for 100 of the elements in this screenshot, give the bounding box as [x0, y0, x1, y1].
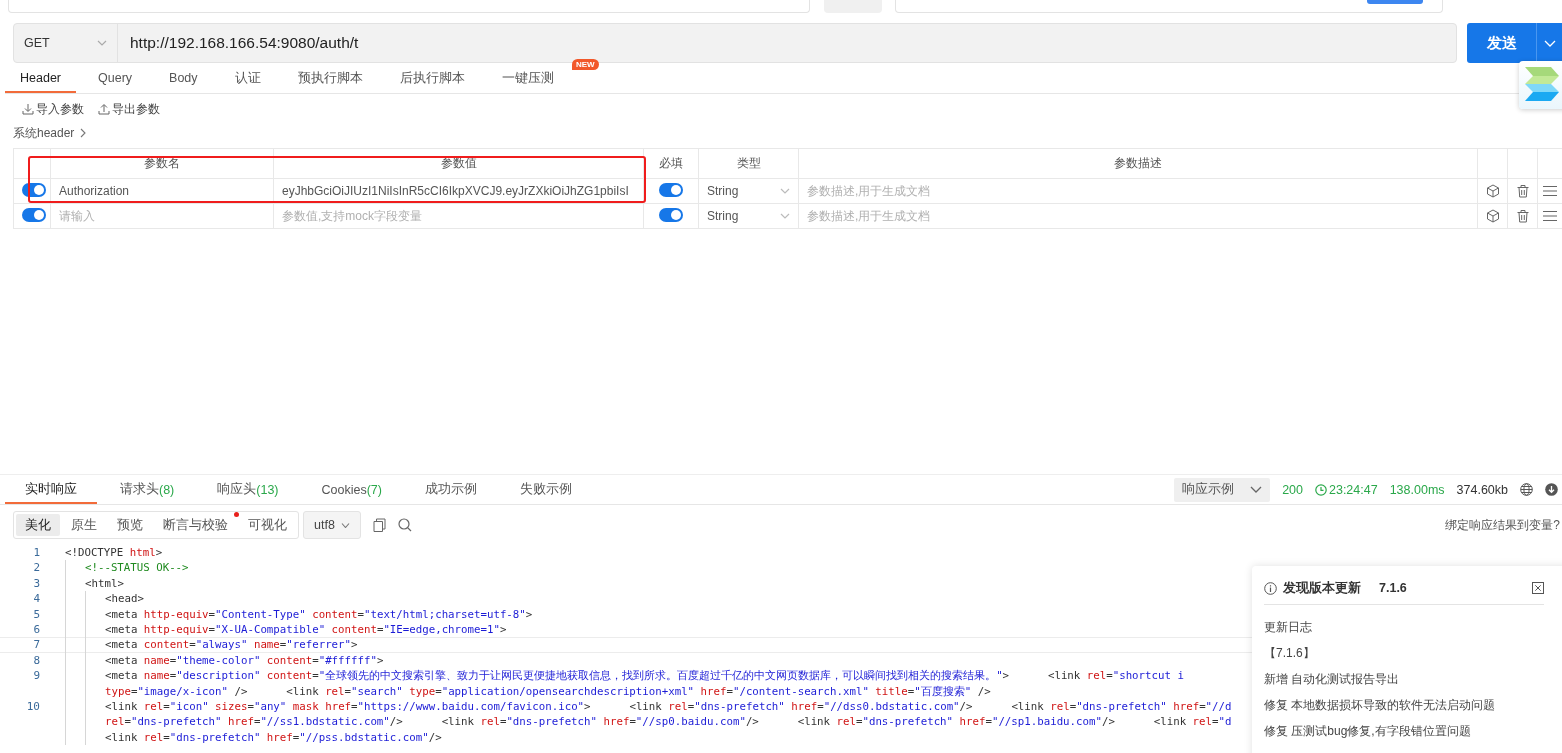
tab[interactable]: 认证: [219, 63, 276, 93]
example-select[interactable]: 响应示例: [1174, 477, 1271, 502]
url-value: http://192.168.166.54:9080/auth/t: [129, 34, 359, 52]
drag-handle-icon[interactable]: [1543, 209, 1557, 223]
tab[interactable]: 响应头(13): [197, 475, 299, 504]
expander[interactable]: 系统header: [13, 124, 1562, 142]
code-line: <html>: [85, 575, 124, 592]
new-badge: NEW: [571, 59, 599, 70]
column-header: 必填: [643, 148, 699, 179]
tab[interactable]: 预执行脚本: [282, 63, 378, 93]
link-label: 导入参数: [36, 100, 84, 118]
status-code: 200: [1282, 482, 1303, 497]
export-icon: [98, 103, 110, 115]
link[interactable]: 导出参数: [98, 100, 160, 118]
link[interactable]: 绑定响应结果到变量?: [1445, 516, 1562, 534]
line-number: 6: [32, 621, 40, 638]
view-tab[interactable]: 原生: [62, 514, 106, 536]
column-header: 参数值: [273, 148, 644, 179]
code-line: <!DOCTYPE html>: [65, 545, 163, 561]
changelog-line: 修复 本地数据损坏导致的软件无法启动问题: [1264, 697, 1497, 713]
caret-icon[interactable]: [1543, 39, 1556, 47]
trash-icon[interactable]: [1515, 184, 1530, 198]
view-tab[interactable]: 预览: [108, 514, 152, 536]
tab[interactable]: 请求头(8): [100, 475, 195, 504]
drag-handle-icon[interactable]: [1543, 184, 1557, 198]
column-header: 类型: [698, 148, 799, 179]
version-number: 7.1.6: [1379, 581, 1407, 595]
select-value: String: [707, 184, 739, 198]
encoding-select[interactable]: utf8: [303, 511, 361, 539]
tab[interactable]: Cookies(7): [301, 475, 402, 504]
line-number: 3: [32, 575, 40, 592]
code-line: type="image/x-icon" /> <link rel="search" type="application/opensearchdescription+xml" href="/content-search.xml" title="百度搜索" />: [105, 683, 991, 699]
url-field[interactable]: GET http://192.168.166.54:9080/auth/t: [13, 23, 1457, 63]
duration: 138.00ms: [1389, 482, 1445, 497]
line-number: 5: [32, 606, 40, 622]
select-value: utf8: [314, 518, 335, 532]
changelog-line: 【7.1.6】: [1264, 645, 1316, 661]
popup-title: 发现版本更新: [1283, 579, 1361, 597]
line-number: 4: [32, 591, 40, 607]
line-number: 8: [32, 652, 40, 669]
tab[interactable]: 成功示例: [404, 475, 497, 504]
copy-icon[interactable]: [372, 518, 386, 532]
tab[interactable]: Body: [154, 63, 213, 93]
line-number: 7: [32, 637, 40, 653]
changelog-line: 更新日志: [1264, 619, 1313, 635]
column-header: 参数描述: [798, 148, 1478, 179]
time-value: 23:24:47: [1329, 482, 1378, 497]
code-line: <!--STATUS OK-->: [85, 560, 189, 576]
toggle-switch[interactable]: [659, 182, 683, 197]
code-line: rel="dns-prefetch" href="//ss1.bdstatic.com"/> <link rel="dns-prefetch" href="//sp0.baidu.com"/> <link rel="dns-prefetch" href="//sp1.baidu.com"/> <link rel="d: [105, 714, 1232, 730]
toggle-switch[interactable]: [22, 182, 46, 197]
code-line: <meta http-equiv="Content-Type" content="text/html;charset=utf-8">: [105, 606, 533, 622]
caret-icon: [780, 213, 790, 219]
cube-icon[interactable]: [1485, 184, 1500, 198]
code-line: <meta name="theme-color" content="#ffffff">: [105, 652, 384, 669]
import-icon: [22, 103, 34, 115]
tab[interactable]: 后执行脚本: [384, 63, 480, 93]
close-icon[interactable]: [1532, 582, 1544, 594]
tab[interactable]: 失败示例: [499, 475, 592, 504]
code-line: <meta name="description" content="全球领先的中文搜索引擎、致力于让网民更便捷地获取信息，找到所求。百度超过千亿的中文网页数据库，可以瞬间找到相关的搜索结果。"> <link rel="shortcut i: [105, 668, 1184, 684]
response-size: 374.60kb: [1456, 482, 1508, 497]
chevron-icon: [80, 128, 87, 138]
code-line: <link rel="icon" sizes="any" mask href="https://www.baidu.com/favicon.ico"> <link rel="dns-prefetch" href="//dss0.bdstatic.com"/> <link rel="dns-prefetch" href="//d: [105, 698, 1232, 715]
column-header: 参数名: [50, 148, 274, 179]
method-select[interactable]: GET: [14, 24, 118, 62]
table-cell: eyJhbGciOiJIUzI1NiIsInR5cCI6IkpXVCJ9.eyJrZXkiOiJhZG1pbiIsI: [282, 184, 629, 198]
input-field[interactable]: [8, 0, 810, 13]
method-value: GET: [24, 36, 50, 50]
clock-icon: [1315, 483, 1327, 496]
view-tab[interactable]: 可视化: [239, 514, 296, 536]
line-number: 10: [25, 698, 40, 715]
select-value: String: [707, 209, 739, 223]
link[interactable]: 导入参数: [22, 100, 84, 118]
link-label: 导出参数: [112, 100, 160, 118]
chevron-logo-icon[interactable]: [1525, 67, 1562, 101]
tab[interactable]: 实时响应: [5, 475, 97, 504]
select-value: 响应示例: [1182, 481, 1235, 498]
view-tab[interactable]: 断言与校验: [154, 514, 237, 536]
line-number: 2: [32, 560, 40, 576]
line-number: 1: [32, 545, 40, 561]
code-line: <meta content="always" name="referrer">: [105, 637, 358, 653]
view-tab[interactable]: 美化: [16, 514, 60, 536]
trash-icon[interactable]: [1515, 209, 1530, 223]
caret-icon: [97, 40, 107, 46]
cube-icon[interactable]: [1485, 209, 1500, 223]
search-icon[interactable]: [397, 518, 412, 532]
section-label: 系统header: [13, 124, 75, 142]
input-field[interactable]: [895, 0, 1443, 13]
changelog-line: 修复 压测试bug修复,有字段错位置问题: [1264, 723, 1472, 739]
tab[interactable]: Header: [5, 63, 76, 93]
caret-icon: [340, 522, 350, 528]
toggle-switch[interactable]: [22, 207, 46, 222]
code-line: <link rel="dns-prefetch" href="//pss.bdstatic.com"/>: [105, 729, 442, 746]
line-number: 9: [32, 668, 40, 684]
info-icon: [1264, 581, 1277, 595]
changelog-line: 新增 自动化测试报告导出: [1264, 671, 1401, 687]
tab[interactable]: Query: [83, 63, 148, 93]
download-icon[interactable]: [1545, 483, 1558, 496]
toggle-switch[interactable]: [659, 207, 683, 222]
globe-icon[interactable]: [1520, 483, 1533, 496]
